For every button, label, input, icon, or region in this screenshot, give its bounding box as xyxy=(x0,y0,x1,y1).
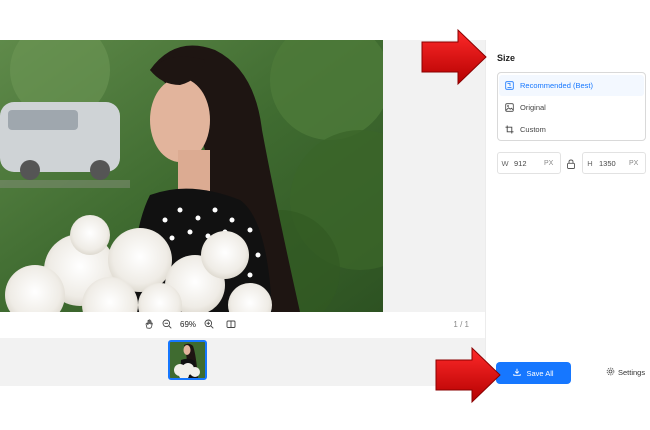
height-value[interactable]: 1350 xyxy=(597,159,629,168)
hand-pan-icon[interactable] xyxy=(143,318,155,330)
settings-button[interactable]: Settings xyxy=(606,367,645,378)
thumbnail-strip xyxy=(0,338,485,386)
size-options-list: Recommended (Best) Original Custom xyxy=(497,72,646,141)
width-label: W xyxy=(501,158,509,168)
settings-label: Settings xyxy=(618,368,646,377)
compare-view-icon[interactable] xyxy=(225,318,237,330)
zoom-controls: 69% xyxy=(143,318,237,330)
height-unit: PX xyxy=(629,159,639,167)
size-option-label: Custom xyxy=(520,125,546,134)
height-label: H xyxy=(587,158,593,168)
app-root: 69% 1 / 1 Size Recommended (Best) Origin… xyxy=(0,0,650,430)
download-icon xyxy=(513,368,522,378)
size-option-original[interactable]: Original xyxy=(499,97,644,118)
zoom-level: 69% xyxy=(180,319,197,329)
arrow-right-icon xyxy=(421,28,487,86)
lock-icon[interactable] xyxy=(565,157,577,169)
image-icon xyxy=(504,103,514,113)
image-canvas[interactable] xyxy=(0,40,485,312)
zoom-in-icon[interactable] xyxy=(203,318,215,330)
width-value[interactable]: 912 xyxy=(512,159,544,168)
recommended-icon xyxy=(504,81,514,91)
save-all-button[interactable]: Save All xyxy=(496,362,571,384)
gear-icon xyxy=(606,367,615,378)
page-indicator: 1 / 1 xyxy=(453,320,469,329)
size-option-recommended[interactable]: Recommended (Best) xyxy=(499,75,644,96)
zoom-out-icon[interactable] xyxy=(161,318,173,330)
height-field[interactable]: H 1350 PX xyxy=(582,152,646,174)
size-panel: Size Recommended (Best) Original Custom xyxy=(485,40,650,386)
crop-icon xyxy=(504,125,514,135)
arrow-right-icon xyxy=(435,346,501,404)
size-option-label: Original xyxy=(520,103,546,112)
preview-image xyxy=(0,40,383,312)
thumbnail-1[interactable] xyxy=(168,340,207,380)
width-unit: PX xyxy=(544,159,554,167)
size-option-custom[interactable]: Custom xyxy=(499,119,644,140)
save-all-label: Save All xyxy=(526,368,554,378)
size-heading: Size xyxy=(497,53,516,63)
size-option-label: Recommended (Best) xyxy=(520,81,593,90)
width-field[interactable]: W 912 PX xyxy=(497,152,561,174)
zoom-toolbar: 69% 1 / 1 xyxy=(0,312,485,338)
dimension-row: W 912 PX H 1350 PX xyxy=(497,152,646,174)
